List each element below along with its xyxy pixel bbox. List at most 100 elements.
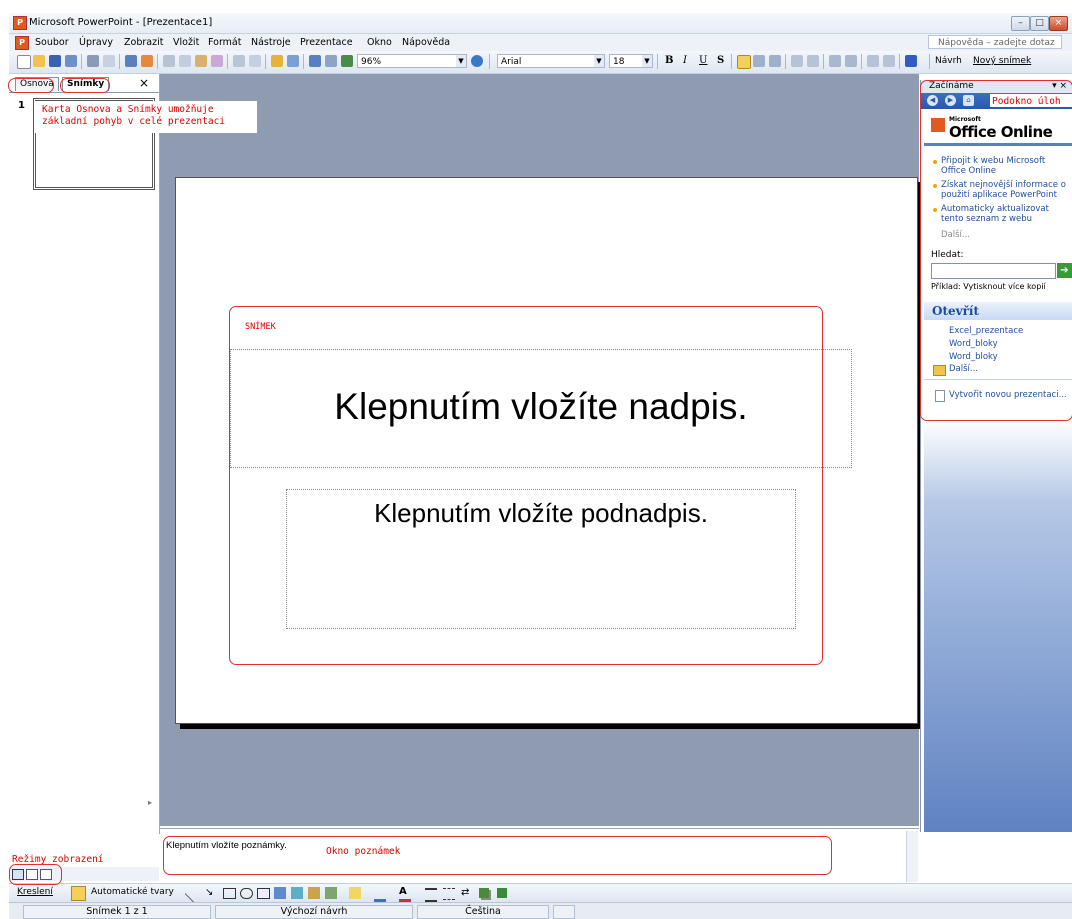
align-center-icon[interactable] [753,55,765,67]
diagram-icon[interactable] [291,887,303,899]
align-left-icon[interactable] [737,55,751,69]
format-painter-icon[interactable] [211,55,223,67]
zoom-value: 96% [361,57,382,67]
dash-style-icon[interactable] [443,888,455,900]
decrease-font-icon[interactable] [845,55,857,67]
line-color-icon[interactable] [374,887,386,902]
fill-color-icon[interactable] [349,887,361,899]
zoom-select[interactable]: 96% ▼ [357,54,467,68]
cut-icon[interactable] [163,55,175,67]
status-slide-count: Snímek 1 z 1 [23,905,211,919]
print-icon[interactable] [87,55,99,67]
annotation-task-pane: Podokno úloh [992,96,1061,107]
bullets-icon[interactable] [807,55,819,67]
menu-napoveda[interactable]: Nápověda [402,37,450,48]
textbox-icon[interactable] [257,888,270,899]
menu-okno[interactable]: Okno [367,37,392,48]
menu-vlozit[interactable]: Vložit [173,37,199,48]
increase-indent-icon[interactable] [883,55,895,67]
menu-bar: P Soubor Úpravy Zobrazit Vložit Formát N… [9,34,1072,51]
spelling-icon[interactable] [125,55,137,67]
minimize-button[interactable]: – [1011,16,1030,31]
arrow-style-icon[interactable]: ⇄ [461,887,473,899]
bold-button[interactable]: B [665,55,673,66]
font-color-drawing-icon[interactable]: A [399,887,411,902]
rectangle-icon[interactable] [223,888,236,899]
menu-zobrazit[interactable]: Zobrazit [124,37,163,48]
research-icon[interactable] [141,55,153,67]
new-icon[interactable] [17,55,31,69]
insert-chart-icon[interactable] [271,55,283,67]
powerpoint-icon[interactable]: P [13,16,27,30]
design-label: Návrh [935,56,962,66]
outline-slides-pane: Osnova Snímky × 1 ▸ [9,74,160,834]
annotation-slide-label: SNÍMEK [245,322,276,332]
close-button[interactable]: × [1049,16,1068,31]
3d-style-icon[interactable] [497,888,507,898]
font-select[interactable]: Arial ▼ [497,54,605,68]
annotation-box-osnova [8,78,54,93]
annotation-box-snimky [60,78,110,93]
document-icon[interactable]: P [15,36,29,50]
window-title: Microsoft PowerPoint - [Prezentace1] [29,17,213,28]
menu-soubor[interactable]: Soubor [35,37,69,48]
status-spare [553,905,575,919]
clipart-icon[interactable] [308,887,320,899]
maximize-button[interactable]: □ [1030,16,1049,31]
line-style-icon[interactable] [425,888,437,902]
print-preview-icon[interactable] [103,55,115,67]
color-grayscale-icon[interactable] [341,55,353,67]
picture-icon[interactable] [325,887,337,899]
open-icon[interactable] [33,55,45,67]
copy-icon[interactable] [179,55,191,67]
menu-prezentace[interactable]: Prezentace [300,37,353,48]
menu-format[interactable]: Formát [208,37,241,48]
insert-table-icon[interactable] [287,55,299,67]
close-pane-icon[interactable]: × [139,76,149,90]
notes-scrollbar[interactable] [906,831,918,882]
new-slide-label: Nový snímek [973,56,1032,66]
help-search-input[interactable]: Nápověda – zadejte dotaz [928,35,1062,49]
shadow-style-icon[interactable] [479,888,489,898]
slide-number: 1 [18,100,25,111]
paste-icon[interactable] [195,55,207,67]
redo-icon[interactable] [249,55,261,67]
annotation-box-task-pane [920,80,1072,421]
status-design: Výchozí návrh [215,905,413,919]
menu-nastroje[interactable]: Nástroje [251,37,291,48]
select-objects-icon[interactable] [71,886,86,901]
annotation-notes: Okno poznámek [326,846,401,857]
annotation-outline-tab: Karta Osnova a Snímky umožňuje základní … [42,104,226,127]
new-slide-button[interactable]: Nový snímek [973,56,1031,66]
numbering-icon[interactable] [791,55,803,67]
undo-icon[interactable] [233,55,245,67]
expand-all-icon[interactable] [309,55,321,67]
help-icon[interactable] [471,55,483,67]
drawing-menu[interactable]: Kreslení [17,887,53,897]
save-icon[interactable] [49,55,61,67]
annotation-box-view-modes [9,864,62,885]
drawing-toolbar: Kreslení Automatické tvary ↘ A ⇄ [9,881,1072,906]
grid-icon[interactable] [325,55,337,67]
oval-icon[interactable] [240,888,253,899]
font-size-value: 18 [613,57,625,67]
wordart-icon[interactable] [274,887,286,899]
font-color-icon[interactable] [905,55,917,67]
arrow-icon[interactable]: ↘ [205,887,217,899]
autoshapes-menu[interactable]: Automatické tvary [91,887,174,897]
status-language: Čeština [417,905,549,919]
title-bar: P Microsoft PowerPoint - [Prezentace1] –… [9,13,1072,34]
font-size-select[interactable]: 18 ▼ [609,54,653,68]
increase-font-icon[interactable] [829,55,841,67]
permission-icon[interactable] [65,55,77,67]
decrease-indent-icon[interactable] [867,55,879,67]
font-value: Arial [501,57,522,67]
align-right-icon[interactable] [769,55,781,67]
status-bar: Snímek 1 z 1 Výchozí návrh Čeština [9,902,1072,919]
underline-button[interactable]: U [699,55,707,66]
italic-button[interactable]: I [683,55,687,66]
menu-upravy[interactable]: Úpravy [79,37,113,48]
shadow-button[interactable]: S [717,55,724,66]
annotation-box-slide [229,306,823,665]
design-button[interactable]: Návrh [935,56,962,66]
